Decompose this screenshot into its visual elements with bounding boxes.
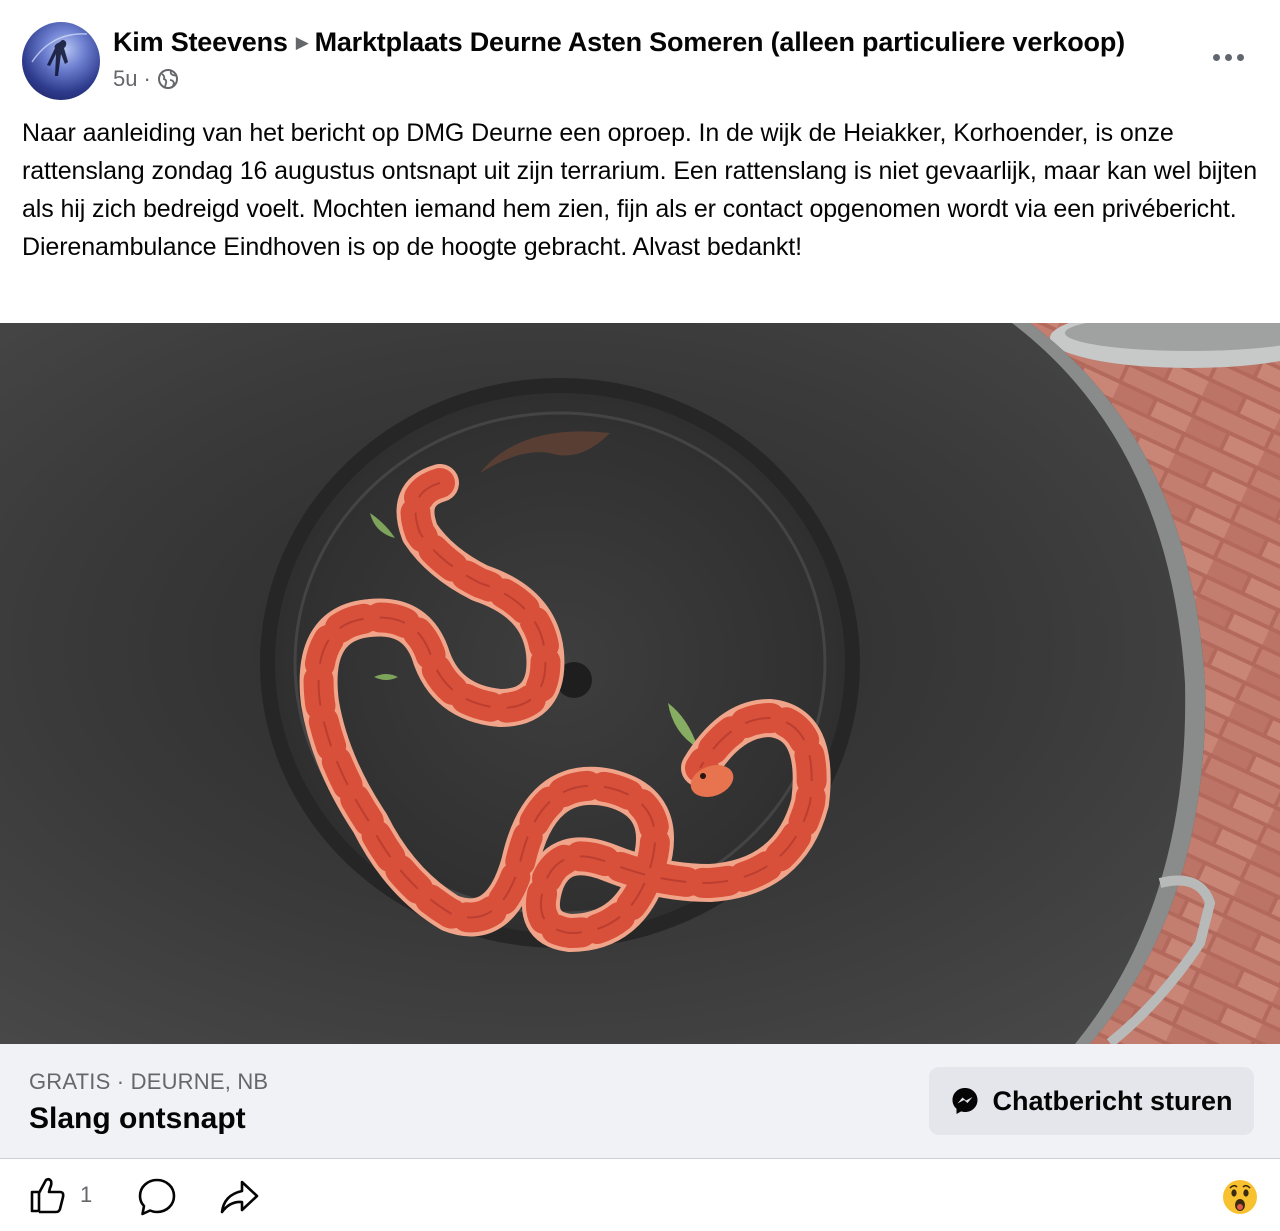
post-meta: 5u · xyxy=(113,66,179,92)
like-count[interactable]: 1 xyxy=(80,1182,92,1208)
group-name[interactable]: Marktplaats Deurne Asten Someren (alleen… xyxy=(315,27,1126,57)
avatar-image xyxy=(31,33,88,76)
more-icon-dot xyxy=(1224,53,1232,61)
comment-button[interactable] xyxy=(137,1177,177,1222)
post-time[interactable]: 5u xyxy=(113,66,137,92)
more-icon-dot xyxy=(1212,53,1220,61)
wow-emoji-icon[interactable] xyxy=(1222,1179,1258,1215)
send-message-label: Chatbericht sturen xyxy=(992,1085,1233,1116)
more-icon-dot xyxy=(1236,53,1244,61)
post-actions-bar: 1 xyxy=(0,1159,1280,1231)
thumbs-up-icon xyxy=(30,1177,65,1214)
share-icon xyxy=(220,1180,259,1214)
globe-icon xyxy=(157,69,178,89)
post-header: Kim Steevens ▶ Marktplaats Deurne Asten So… xyxy=(0,0,1280,108)
post-text: Naar aanleiding van het bericht op DMG D… xyxy=(22,119,1258,261)
listing-title[interactable]: Slang ontsnapt xyxy=(29,1102,246,1136)
caret-right-icon: ▶ xyxy=(295,33,309,52)
post-photo[interactable] xyxy=(0,323,1280,1044)
author-name[interactable]: Kim Steevens xyxy=(113,27,288,57)
post-title-line: Kim Steevens ▶ Marktplaats Deurne Asten So… xyxy=(113,27,1125,58)
like-button[interactable]: 1 xyxy=(28,1175,92,1215)
messenger-icon xyxy=(952,1088,978,1114)
marketplace-listing[interactable]: GRATIS · DEURNE, NB Slang ontsnapt Chatb… xyxy=(0,1044,1280,1158)
listing-meta: GRATIS · DEURNE, NB xyxy=(29,1069,269,1094)
more-options-button[interactable] xyxy=(1206,40,1250,74)
send-message-button[interactable]: Chatbericht sturen xyxy=(929,1067,1254,1135)
meta-separator: · xyxy=(143,66,151,91)
author-avatar[interactable] xyxy=(22,22,100,100)
comment-icon xyxy=(138,1178,176,1216)
snake-in-bucket-image xyxy=(0,323,1280,1044)
share-button[interactable] xyxy=(218,1177,260,1222)
